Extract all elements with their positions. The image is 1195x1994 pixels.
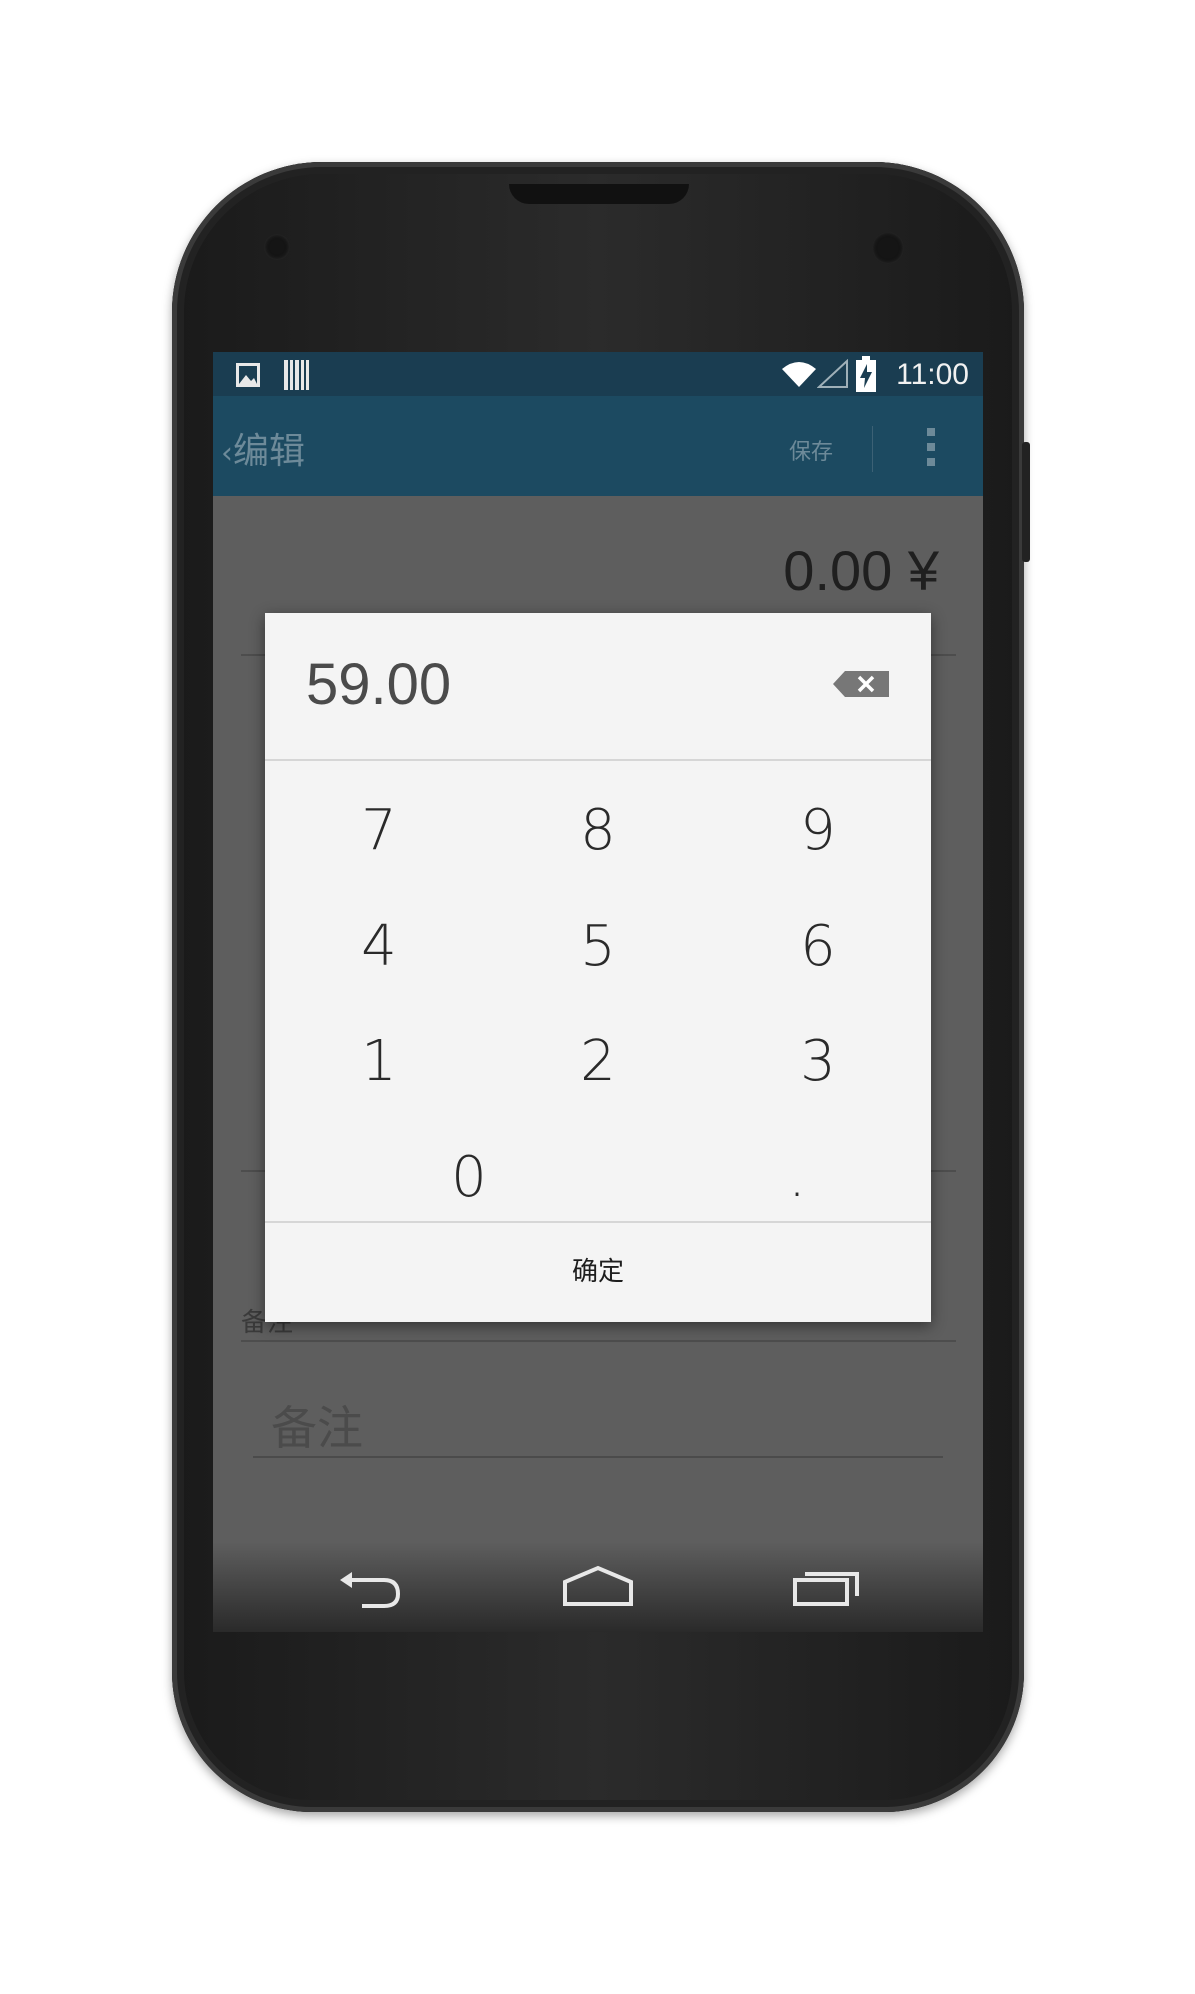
app-bar-title: 编辑: [233, 431, 306, 472]
status-bar: 11:00: [213, 352, 983, 396]
dialog-divider: [265, 759, 931, 761]
key-5[interactable]: 5: [488, 892, 708, 1002]
key-7[interactable]: 7: [269, 776, 489, 886]
battery-charging-icon: [856, 356, 876, 392]
clock: 11:00: [896, 358, 969, 391]
app-bar: ‹编辑 保存: [213, 396, 983, 496]
back-button[interactable]: ‹编辑: [221, 422, 305, 474]
save-button[interactable]: 保存: [789, 434, 833, 466]
number-pad-dialog: 59.00 7 8 9 4 5 6 1 2 3 0 . 确定: [265, 613, 931, 1322]
key-0[interactable]: 0: [359, 1123, 579, 1233]
power-button: [1022, 442, 1030, 562]
sensor: [264, 234, 290, 260]
note-underline: [253, 1456, 943, 1458]
image-icon: [236, 363, 260, 387]
backspace-icon[interactable]: [831, 669, 891, 699]
speaker-grille: [509, 184, 689, 204]
recents-icon[interactable]: [791, 1566, 861, 1610]
back-icon[interactable]: [336, 1570, 406, 1610]
more-vert-icon[interactable]: [927, 428, 935, 473]
key-8[interactable]: 8: [488, 776, 708, 886]
signal-icon: [817, 359, 848, 388]
wifi-icon: [782, 362, 816, 387]
nav-bar: [213, 1542, 983, 1632]
entered-value: 59.00: [306, 652, 452, 717]
chevron-left-icon: ‹: [221, 436, 233, 471]
barcode-icon: [284, 360, 309, 390]
front-camera: [872, 232, 904, 264]
key-3[interactable]: 3: [708, 1007, 928, 1117]
key-2[interactable]: 2: [488, 1007, 708, 1117]
amount-display: 0.00 ¥: [783, 539, 939, 602]
action-divider: [872, 426, 873, 472]
key-decimal[interactable]: .: [687, 1123, 907, 1233]
key-6[interactable]: 6: [708, 892, 928, 1002]
key-4[interactable]: 4: [269, 892, 489, 1002]
divider: [241, 1340, 956, 1342]
home-icon[interactable]: [561, 1564, 635, 1610]
note-input[interactable]: 备注: [271, 1392, 363, 1458]
key-1[interactable]: 1: [269, 1007, 489, 1117]
confirm-button[interactable]: 确定: [265, 1223, 931, 1322]
key-9[interactable]: 9: [708, 776, 928, 886]
